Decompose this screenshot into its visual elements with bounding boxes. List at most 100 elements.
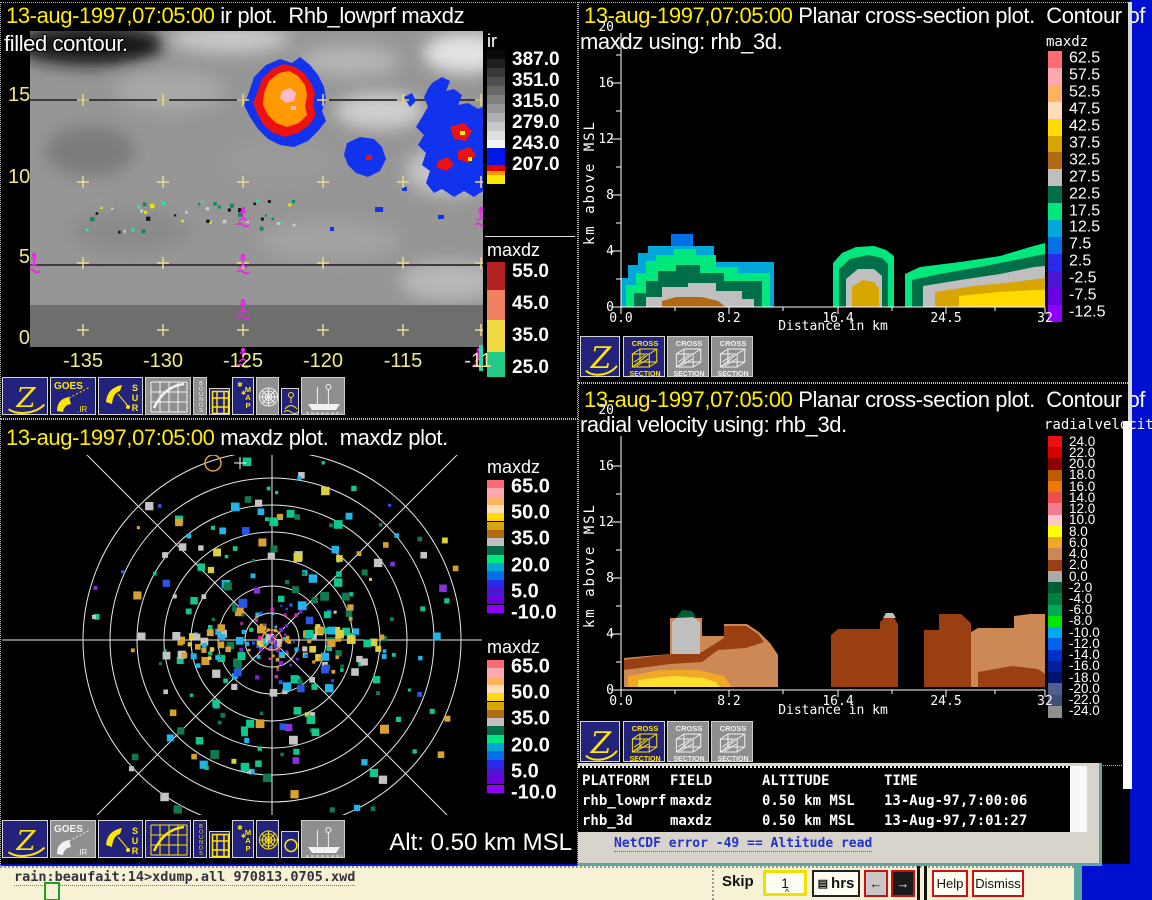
- svg-text:R: R: [132, 403, 139, 413]
- toolbar-button-ship[interactable]: [301, 377, 345, 415]
- status-scrollbar[interactable]: [1070, 766, 1087, 832]
- right-scroll-strip[interactable]: [1123, 421, 1132, 789]
- caret-mark: ^: [785, 887, 789, 897]
- toolbar-button-bounds[interactable]: BOUNDS: [193, 820, 207, 858]
- toolbar-button-map[interactable]: ✱✱MAP: [232, 820, 254, 858]
- colorbar-value: 52.5: [1069, 84, 1100, 102]
- svg-text:S: S: [132, 383, 138, 393]
- maxdz-contours: [621, 234, 1045, 307]
- tick-label: 12: [590, 132, 614, 147]
- toolbar-button-zebra[interactable]: Z: [580, 336, 620, 377]
- toolbar-button-xsec[interactable]: CROSS SECTION: [711, 336, 753, 377]
- colorbar-segment: [487, 605, 504, 613]
- toolbar-button-sur[interactable]: S U R: [98, 820, 143, 858]
- toolbar-button-grid[interactable]: [209, 831, 230, 858]
- colorbar-segment: [487, 497, 504, 505]
- colorbar-segment: [487, 768, 504, 776]
- colorbar-segment: [1048, 537, 1062, 549]
- colorbar-segment: [1048, 152, 1062, 170]
- zebra-logo-icon: Z: [590, 726, 612, 760]
- step-back-button[interactable]: ←: [864, 870, 888, 897]
- colorbar-segment: [487, 555, 504, 563]
- colorbar-value: 65.0: [511, 476, 550, 499]
- colorbar-segment: [1048, 102, 1062, 120]
- toolbar-button-goes[interactable]: GOES .IR: [50, 377, 96, 415]
- weather-display-screen: 13-aug-1997,07:05:00 ir plot. Rhb_lowprf…: [0, 0, 1152, 900]
- toolbar-button-rings[interactable]: [256, 820, 279, 858]
- toolbar-button-grid[interactable]: [209, 388, 230, 415]
- toolbar-button-radar-grid[interactable]: [145, 820, 191, 858]
- toolbar-button-buoy[interactable]: [281, 388, 299, 415]
- colorbar-segment: [1048, 571, 1062, 583]
- table-row: PLATFORMFIELDALTITUDETIME: [582, 771, 1068, 791]
- toolbar-button-xsec[interactable]: CROSS SECTION: [667, 721, 709, 762]
- toolbar-button-ship[interactable]: [301, 820, 345, 858]
- toolbar-button-zebra[interactable]: Z: [2, 820, 48, 858]
- colorbar-value: 5.0: [511, 761, 539, 784]
- svg-text:SECTION: SECTION: [629, 371, 660, 376]
- colorbar-segment: [487, 488, 504, 496]
- colorbar-segment: [487, 702, 504, 710]
- tick-label: 32: [1025, 694, 1065, 709]
- toolbar-button-xsec[interactable]: CROSS SECTION: [667, 336, 709, 377]
- colorbar-segment: [487, 538, 504, 546]
- tick-label: 4: [590, 244, 614, 259]
- colorbar-segment: [487, 122, 505, 131]
- colorbar-value: 17.5: [1069, 202, 1100, 220]
- colorbar-segment: [1048, 186, 1062, 204]
- toolbar-button-map[interactable]: ✱✱MAP: [232, 377, 254, 415]
- help-label: Help: [937, 876, 964, 891]
- colorbar-segment: [487, 68, 505, 77]
- dismiss-button[interactable]: Dismiss: [972, 870, 1024, 897]
- step-forward-button[interactable]: →: [891, 870, 915, 897]
- colorbar-segment: [1048, 627, 1062, 639]
- colorbar-segment: [487, 320, 505, 352]
- colorbar-value: 2.5: [1069, 253, 1091, 271]
- range-rings: [2, 455, 482, 815]
- colorbar-value: 7.5: [1069, 236, 1091, 254]
- colorbar-segment: [1048, 447, 1062, 459]
- colorbar-segment: [1048, 481, 1062, 493]
- colorbar-segment: [1048, 661, 1062, 673]
- svg-text:P: P: [245, 401, 250, 410]
- colorbar-segment: [1048, 638, 1062, 650]
- xs-bottom-title-text: Planar cross-section plot. Contour of: [793, 387, 1145, 412]
- xs-top-title: 13-aug-1997,07:05:00 Planar cross-sectio…: [584, 3, 1145, 29]
- colorbar-segment: [487, 760, 504, 768]
- toolbar-button-bounds[interactable]: BOUNDS: [193, 377, 207, 415]
- svg-text:CROSS: CROSS: [720, 339, 747, 348]
- svg-text:R: R: [132, 846, 139, 856]
- radar-panel-title: 13-aug-1997,07:05:00 maxdz plot. maxdz p…: [6, 425, 448, 451]
- colorbar-segment: [487, 86, 505, 95]
- toolbar-button-zebra[interactable]: Z: [2, 377, 48, 415]
- help-button[interactable]: Help: [932, 870, 968, 897]
- colorbar-segment: [1048, 503, 1062, 515]
- toolbar-button-rings[interactable]: [256, 377, 279, 415]
- colorbar-segment: [1048, 650, 1062, 662]
- radar-ppi-plot: [2, 455, 482, 815]
- toolbar-button-xsec[interactable]: CROSS SECTION: [711, 721, 753, 762]
- colorbar-segment: [1048, 203, 1062, 221]
- hrs-button[interactable]: ▤hrs: [812, 870, 860, 897]
- toolbar-button-radar-grid[interactable]: [145, 377, 191, 415]
- toolbar-button-xsec[interactable]: CROSS SECTION: [623, 336, 665, 377]
- toolbar-button-zebra[interactable]: Z: [580, 721, 620, 762]
- xs-top-title-time: 13-aug-1997,07:05:00: [584, 3, 793, 28]
- skip-value-input[interactable]: 1^: [763, 870, 807, 896]
- toolbar-button-xsec[interactable]: CROSS SECTION: [623, 721, 665, 762]
- tick-label: 8.2: [709, 311, 749, 326]
- xs-bottom-title-line2: radial velocity using: rhb_3d.: [580, 412, 847, 438]
- svg-text:S: S: [199, 851, 203, 857]
- toolbar-button-circle[interactable]: [281, 831, 299, 858]
- colorbar-value: 12.5: [1069, 219, 1100, 237]
- zebra-logo-icon: Z: [15, 383, 36, 414]
- svg-text:SECTION: SECTION: [673, 371, 704, 376]
- toolbar-button-sur[interactable]: S U R: [98, 377, 143, 415]
- tick-label: 32: [1025, 311, 1065, 326]
- colorbar-segment: [487, 660, 504, 668]
- colorbar-value: 37.5: [1069, 135, 1100, 153]
- colorbar-segment: [1048, 605, 1062, 617]
- xs-bottom-colorbar-label: radialvelocity: [1044, 417, 1152, 433]
- toolbar-button-goes[interactable]: GOES .IR: [50, 820, 96, 858]
- maxdz-colorbar-label: maxdz: [487, 240, 540, 261]
